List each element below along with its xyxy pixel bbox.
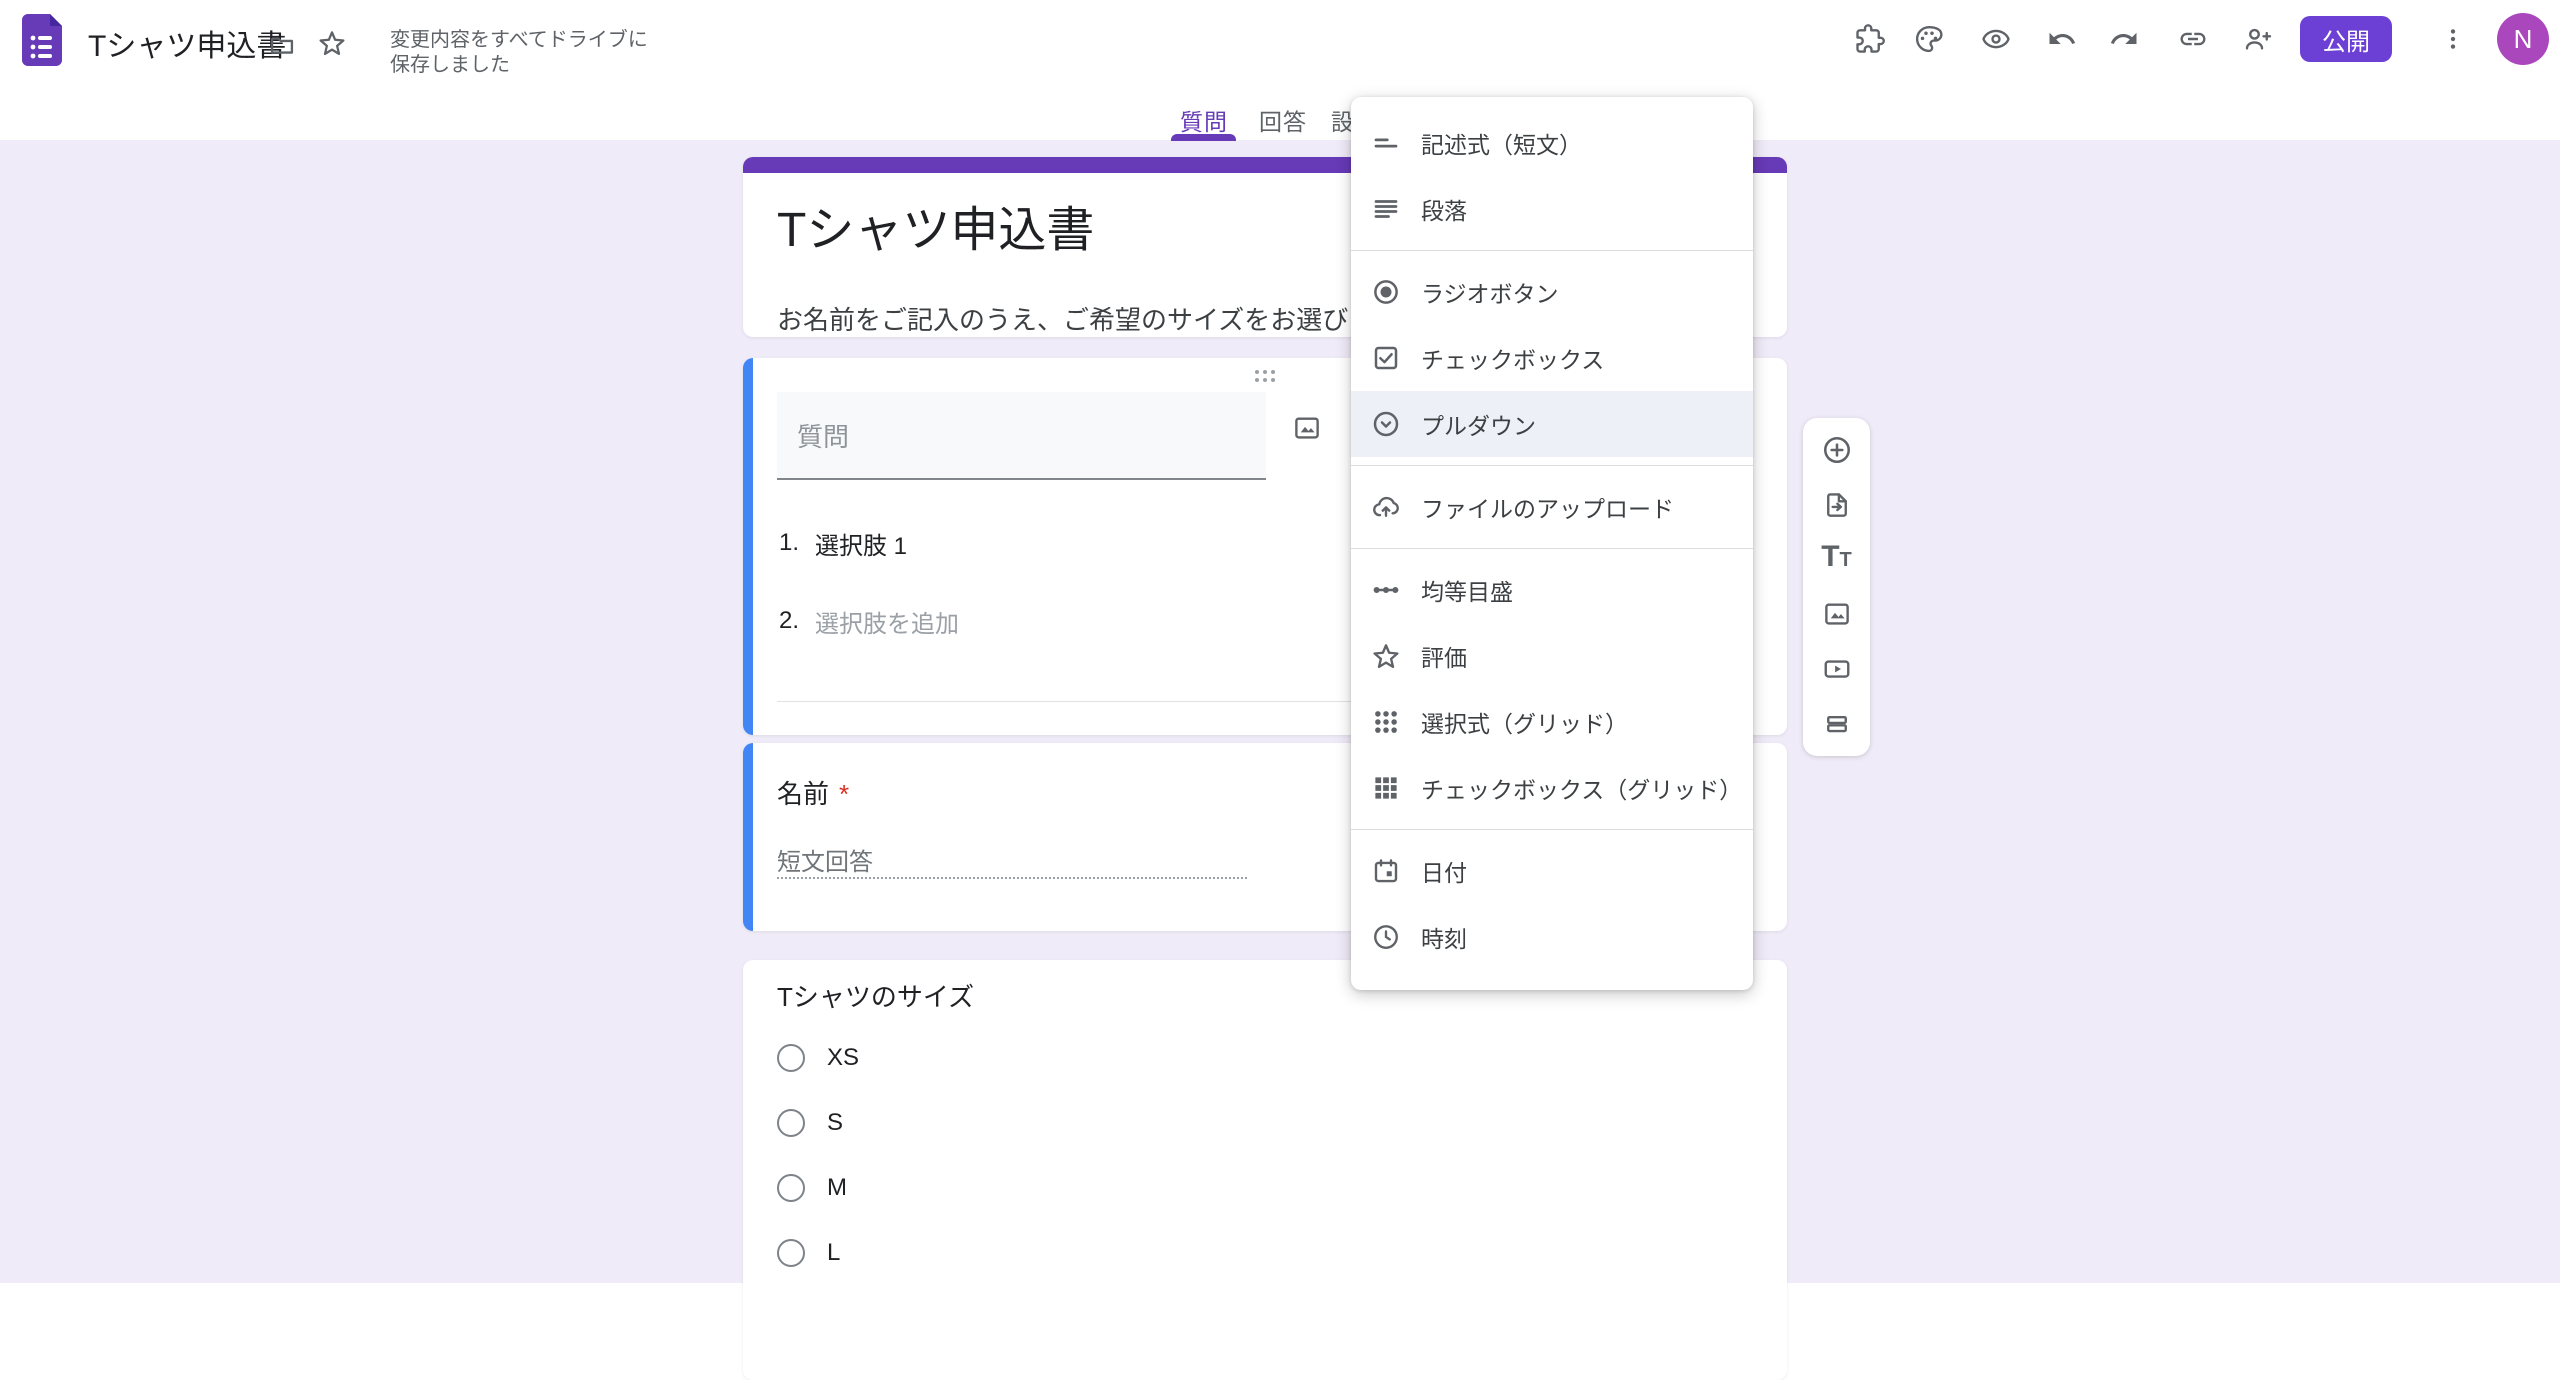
menu-item-linear-scale[interactable]: 均等目盛 [1351,557,1753,623]
menu-item-label: 記述式（短文） [1421,126,1582,160]
short-answer-placeholder: 短文回答 [777,842,873,877]
radio-button-icon[interactable] [777,1109,805,1137]
theme-palette-icon[interactable] [1909,19,1949,59]
menu-item-label: 段落 [1421,192,1467,226]
menu-item-label: チェックボックス [1421,341,1604,375]
menu-item-dropdown[interactable]: プルダウン [1351,391,1753,457]
size-question-card[interactable]: Tシャツのサイズ XS S M L [743,960,1787,1380]
question-title-input[interactable]: 質問 [777,392,1266,480]
menu-item-label: プルダウン [1421,407,1536,441]
add-question-icon[interactable] [1817,430,1857,470]
menu-item-date[interactable]: 日付 [1351,838,1753,904]
top-app-bar: Tシャツ申込書 変更内容をすべてドライブに 保存しました [0,0,2560,140]
add-title-text-icon[interactable]: TT [1817,540,1857,580]
menu-item-time[interactable]: 時刻 [1351,904,1753,970]
selected-card-indicator [743,358,753,735]
add-image-to-question-icon[interactable] [1285,406,1329,450]
document-title[interactable]: Tシャツ申込書 [88,29,286,65]
add-image-icon[interactable] [1817,594,1857,634]
radio-button-icon[interactable] [777,1174,805,1202]
radio-option-l[interactable]: L [777,1238,840,1268]
add-option-placeholder[interactable]: 選択肢を追加 [815,604,959,639]
menu-item-file-upload[interactable]: ファイルのアップロード [1351,474,1753,540]
add-section-icon[interactable] [1817,704,1857,744]
menu-item-multiple-choice[interactable]: ラジオボタン [1351,259,1753,325]
save-status-line2: 保存しました [390,53,648,78]
menu-item-label: チェックボックス（グリッド） [1421,771,1733,805]
menu-divider [1351,829,1753,830]
menu-item-label: 時刻 [1421,920,1467,954]
question-title-placeholder: 質問 [777,417,849,454]
menu-item-label: 評価 [1421,639,1467,673]
option-value[interactable]: 選択肢 1 [815,526,907,561]
radio-option-m[interactable]: M [777,1173,847,1203]
active-tab-underline [1171,134,1236,141]
undo-icon[interactable] [2042,19,2082,59]
menu-item-label: 均等目盛 [1421,573,1513,607]
publish-button[interactable]: 公開 [2300,16,2392,62]
drag-handle-icon[interactable] [1255,370,1275,382]
menu-item-checkbox-grid[interactable]: チェックボックス（グリッド） [1351,755,1753,821]
menu-item-rating[interactable]: 評価 [1351,623,1753,689]
menu-item-label: ファイルのアップロード [1421,490,1674,524]
preview-eye-icon[interactable] [1976,19,2016,59]
radio-option-xs[interactable]: XS [777,1043,859,1073]
menu-divider [1351,250,1753,251]
add-video-icon[interactable] [1817,649,1857,689]
tab-questions[interactable]: 質問 [1180,103,1228,137]
radio-button-icon[interactable] [777,1044,805,1072]
name-question-title[interactable]: 名前 [777,779,829,809]
redo-icon[interactable] [2104,19,2144,59]
menu-divider [1351,465,1753,466]
option-number: 2. [779,607,815,635]
menu-item-label: 日付 [1421,854,1467,888]
publish-label: 公開 [2322,22,2370,57]
avatar-initial: N [2514,24,2533,55]
insert-toolbar: TT [1803,418,1870,756]
add-ons-puzzle-icon[interactable] [1850,19,1890,59]
selected-card-indicator [743,743,753,931]
save-status[interactable]: 変更内容をすべてドライブに 保存しました [390,28,648,78]
choice-option-1[interactable]: 1. 選択肢 1 [779,527,907,559]
option-number: 1. [779,529,815,557]
form-title-field[interactable]: Tシャツ申込書 [777,203,1094,259]
size-question-title[interactable]: Tシャツのサイズ [777,981,974,1013]
move-to-folder-icon[interactable] [262,25,302,65]
account-avatar[interactable]: N [2497,13,2549,65]
google-forms-logo-icon[interactable] [22,14,62,66]
radio-option-label[interactable]: S [827,1109,843,1137]
star-icon[interactable] [312,23,352,63]
tab-responses[interactable]: 回答 [1259,103,1307,137]
required-asterisk: * [839,779,849,809]
tt-large: T [1821,540,1839,574]
import-questions-icon[interactable] [1817,485,1857,525]
radio-option-s[interactable]: S [777,1108,843,1138]
radio-option-label[interactable]: XS [827,1044,859,1072]
menu-item-paragraph[interactable]: 段落 [1351,176,1753,242]
radio-option-label[interactable]: M [827,1174,847,1202]
copy-link-icon[interactable] [2173,19,2213,59]
add-collaborator-icon[interactable] [2237,19,2277,59]
question-type-menu: 記述式（短文） 段落 ラジオボタン チェックボックス プルダウン ファイルのアッ… [1351,97,1753,990]
more-options-icon[interactable] [2433,19,2473,59]
add-choice-option[interactable]: 2. 選択肢を追加 [779,605,959,637]
short-answer-underline [777,877,1247,879]
question-label: 名前 * [777,778,849,810]
radio-option-label[interactable]: L [827,1239,840,1267]
save-status-line1: 変更内容をすべてドライブに [390,28,648,53]
menu-item-label: 選択式（グリッド） [1421,705,1628,739]
menu-item-checkboxes[interactable]: チェックボックス [1351,325,1753,391]
menu-item-label: ラジオボタン [1421,275,1559,309]
menu-item-short-answer[interactable]: 記述式（短文） [1351,110,1753,176]
tt-small: T [1840,549,1852,572]
menu-item-multiple-choice-grid[interactable]: 選択式（グリッド） [1351,689,1753,755]
menu-divider [1351,548,1753,549]
radio-button-icon[interactable] [777,1239,805,1267]
